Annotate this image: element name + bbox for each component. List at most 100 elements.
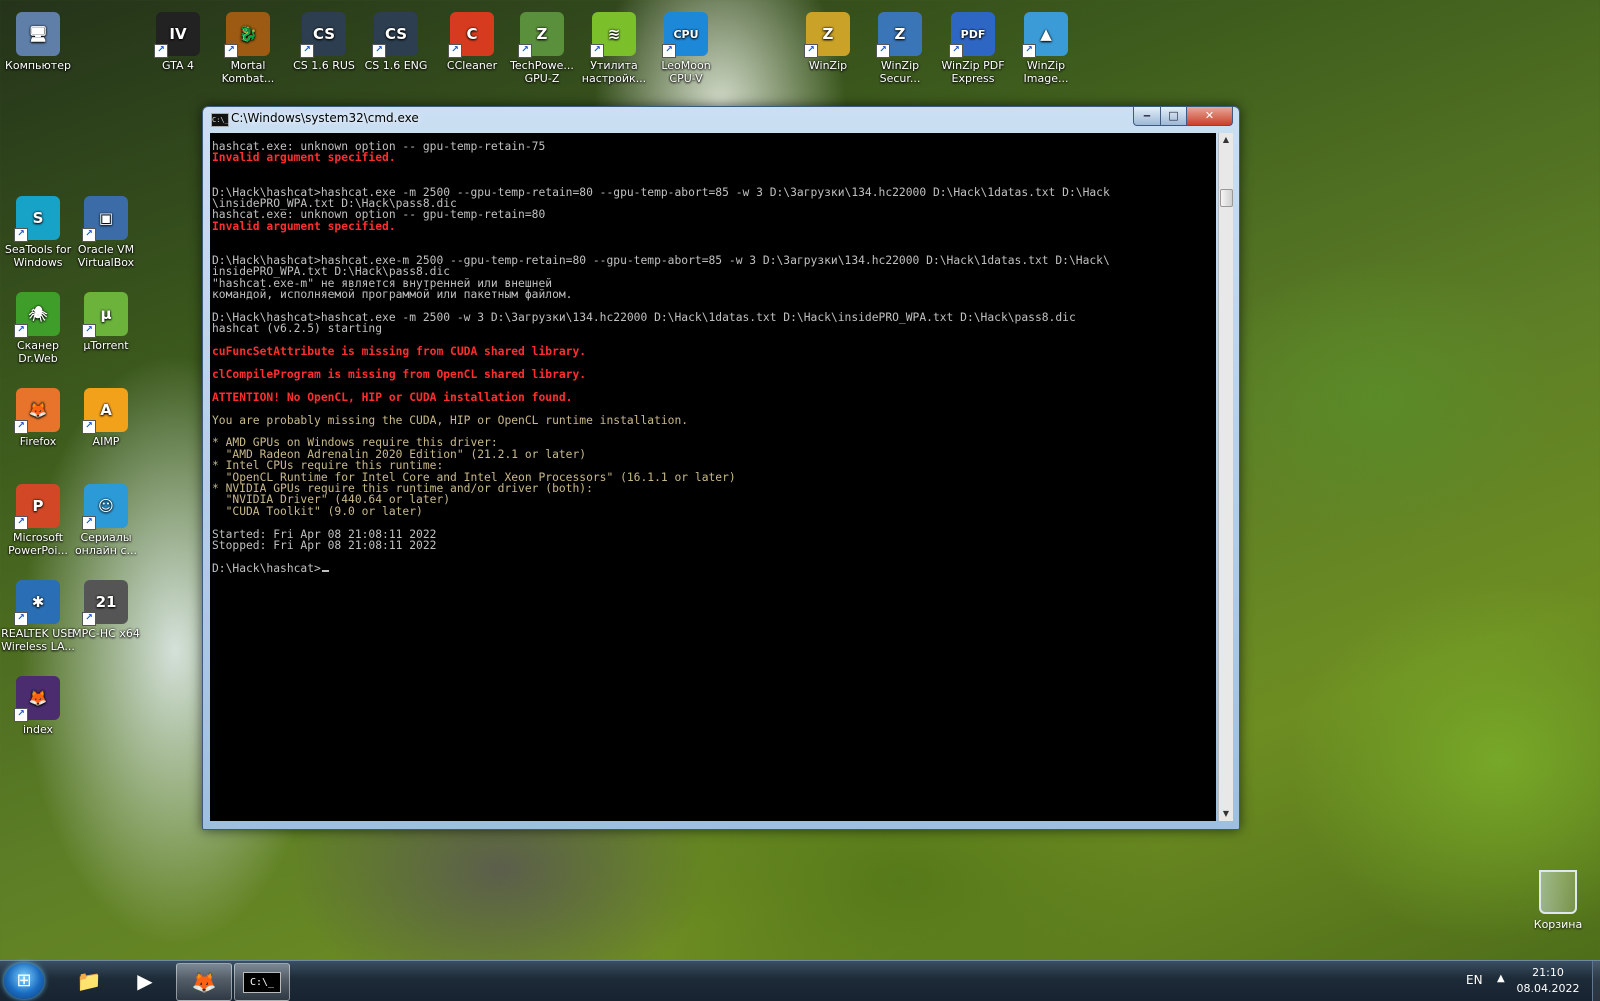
scroll-down-icon[interactable]: ▼ [1219,807,1233,821]
winzip-image-icon: ▲ ↗ [1022,12,1068,58]
desktop-icon-counter-strike[interactable]: CS ↗ CS 1.6 ENG [358,12,434,72]
taskbar-item-explorer[interactable]: 📁 [62,963,116,999]
desktop-icon-label: GTA 4 [161,59,195,72]
scroll-up-icon[interactable]: ▲ [1219,133,1233,147]
scroll-thumb[interactable] [1220,189,1233,207]
desktop-icon-label: index [22,723,54,736]
show-desktop-button[interactable] [1592,961,1600,1001]
desktop-icon-label: Firefox [19,435,57,448]
recycle-bin-icon [1539,870,1577,914]
shortcut-arrow-icon: ↗ [590,44,604,58]
desktop-icon-serials[interactable]: ☺ ↗ Сериалы онлайн с... [68,484,144,557]
ccleaner-icon: C ↗ [448,12,494,58]
powerpoint-icon: P ↗ [14,484,60,530]
desktop-icon-label: µTorrent [83,339,129,352]
close-button[interactable]: ✕ [1186,107,1233,126]
console-prompt: D:\Hack\hashcat> [212,561,321,575]
console-line: Invalid argument specified. [212,151,396,165]
desktop-icon-label: LeoMoon CPU-V [661,59,711,85]
desktop-icon-mpc-hc[interactable]: 21 ↗ MPC-HC x64 [68,580,144,640]
desktop-icon-drweb[interactable]: 🕷 ↗ Сканер Dr.Web [0,292,76,365]
desktop-icon-winzip-secure[interactable]: Z ↗ WinZip Secur... [862,12,938,85]
mortal-kombat-icon: 🐉 ↗ [224,12,270,58]
desktop-icon-label: Утилита настройк... [581,59,647,85]
shortcut-arrow-icon: ↗ [14,420,28,434]
winzip-icon: Z ↗ [804,12,850,58]
desktop-icon-winzip-pdf[interactable]: PDF ↗ WinZip PDF Express [935,12,1011,85]
counter-strike-icon: CS ↗ [372,12,418,58]
shortcut-arrow-icon: ↗ [876,44,890,58]
winzip-secure-icon: Z ↗ [876,12,922,58]
folder-icon: 📁 [76,969,102,993]
clock-time: 21:10 [1532,966,1564,979]
desktop-icon-gpu-z[interactable]: Z ↗ TechPowe... GPU-Z [504,12,580,85]
desktop-icon-wifi-utility[interactable]: ≋ ↗ Утилита настройк... [576,12,652,85]
console-line: Invalid argument specified. [212,219,396,233]
firefox-icon: 🦊 [191,970,217,994]
start-button[interactable]: ⊞ [4,963,44,999]
vertical-scrollbar[interactable]: ▲ ▼ [1218,133,1233,821]
desktop-icon-ccleaner[interactable]: C ↗ CCleaner [434,12,510,72]
firefox-icon: 🦊 ↗ [14,388,60,434]
maximize-button[interactable]: □ [1160,107,1187,126]
recycle-bin[interactable]: Корзина [1520,870,1596,931]
desktop-icon-label: SeaTools for Windows [4,243,72,269]
shortcut-arrow-icon: ↗ [518,44,532,58]
mpc-hc-icon: 21 ↗ [82,580,128,626]
desktop-icon-winzip-image[interactable]: ▲ ↗ WinZip Image... [1008,12,1084,85]
realtek-icon: ✱ ↗ [14,580,60,626]
taskbar-item-media-player[interactable]: ▶ [118,963,172,999]
desktop-icon-aimp[interactable]: A ↗ AIMP [68,388,144,448]
shortcut-arrow-icon: ↗ [14,708,28,722]
recycle-bin-label: Корзина [1533,918,1583,931]
console-prompt-line[interactable]: D:\Hack\hashcat> [212,563,1216,574]
desktop-icon-counter-strike[interactable]: CS ↗ CS 1.6 RUS [286,12,362,72]
shortcut-arrow-icon: ↗ [448,44,462,58]
desktop-icon-utorrent[interactable]: µ ↗ µTorrent [68,292,144,352]
desktop-icon-label: WinZip Image... [1023,59,1069,85]
console-line: ATTENTION! No OpenCL, HIP or CUDA instal… [212,390,573,404]
language-indicator[interactable]: EN [1466,973,1483,987]
taskbar-item-firefox[interactable]: 🦊 [176,963,232,1001]
desktop-icon-mortal-kombat[interactable]: 🐉 ↗ Mortal Kombat... [210,12,286,85]
desktop-icon-firefox[interactable]: 🦊 ↗ Firefox [0,388,76,448]
desktop-icon-powerpoint[interactable]: P ↗ Microsoft PowerPoi... [0,484,76,557]
shortcut-arrow-icon: ↗ [82,420,96,434]
cpu-icon: CPU ↗ [662,12,708,58]
cmd-titlebar[interactable]: C:\_ C:\Windows\system32\cmd.exe ‒ □ ✕ [203,107,1239,131]
desktop-icon-cpu[interactable]: CPU ↗ LeoMoon CPU-V [648,12,724,85]
clock[interactable]: 21:10 08.04.2022 [1510,965,1586,997]
gta4-icon: IV ↗ [154,12,200,58]
desktop-icon-label: Компьютер [5,59,71,72]
desktop-icon-seatools[interactable]: S ↗ SeaTools for Windows [0,196,76,269]
gpu-z-icon: Z ↗ [518,12,564,58]
drweb-icon: 🕷 ↗ [14,292,60,338]
console-line: командой, исполняемой программой или пак… [212,288,573,302]
seatools-icon: S ↗ [14,196,60,242]
tray-expand-icon[interactable]: ▲ [1497,973,1505,984]
desktop-icon-realtek[interactable]: ✱ ↗ REALTEK USB Wireless LA... [0,580,76,653]
desktop-icon-computer[interactable]: 🖥 Компьютер [0,12,76,72]
utorrent-icon: µ ↗ [82,292,128,338]
minimize-button[interactable]: ‒ [1133,107,1161,126]
cmd-window-icon[interactable]: C:\_ [211,113,229,127]
cmd-window[interactable]: C:\_ C:\Windows\system32\cmd.exe ‒ □ ✕ h… [202,106,1240,830]
desktop-icon-virtualbox[interactable]: ▣ ↗ Oracle VM VirtualBox [68,196,144,269]
desktop-icon-label: CCleaner [446,59,498,72]
console-output[interactable]: hashcat.exe: unknown option -- gpu-temp-… [210,133,1216,821]
cmd-icon: C:\_ [242,971,282,993]
desktop-icon-firefox-file[interactable]: 🦊 ↗ index [0,676,76,736]
firefox-file-icon: 🦊 ↗ [14,676,60,722]
console-line: hashcat (v6.2.5) starting [212,322,383,336]
clock-date: 08.04.2022 [1516,982,1580,995]
shortcut-arrow-icon: ↗ [82,228,96,242]
desktop-icon-winzip[interactable]: Z ↗ WinZip [790,12,866,72]
shortcut-arrow-icon: ↗ [1022,44,1036,58]
desktop-icon-label: MPC-HC x64 [72,627,140,640]
winzip-pdf-icon: PDF ↗ [949,12,995,58]
shortcut-arrow-icon: ↗ [224,44,238,58]
taskbar-item-cmd[interactable]: C:\_ [234,963,290,1001]
taskbar: ⊞ 📁 ▶ 🦊 C:\_ EN ▲ 21:10 08.04.2022 [0,960,1600,1001]
desktop-icon-gta4[interactable]: IV ↗ GTA 4 [140,12,216,72]
